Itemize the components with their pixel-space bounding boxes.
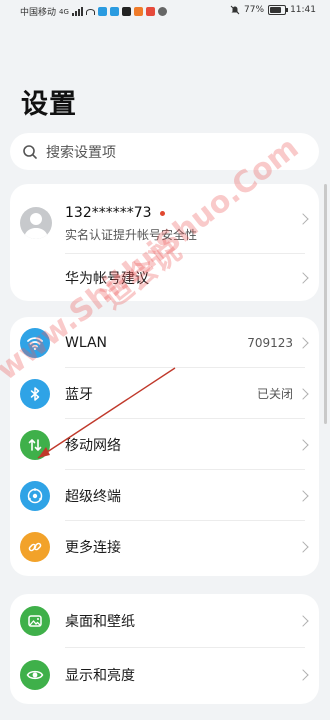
mute-icon: [230, 5, 240, 15]
account-subtitle: 实名认证提升帐号安全性: [65, 228, 198, 242]
chevron-right-icon: [297, 271, 309, 284]
network-card: WLAN 709123 蓝牙 已关闭 移动网络 超级终端 更多连接: [10, 317, 319, 576]
status-bar: 中国移动 4G 77% 11:41: [0, 0, 330, 24]
account-suggestion-row[interactable]: 华为帐号建议: [10, 254, 319, 301]
settings-item-wlan[interactable]: WLAN 709123: [10, 317, 319, 368]
chevron-right-icon: [297, 615, 309, 627]
settings-item-value: 709123: [247, 335, 293, 350]
status-right: 77% 11:41: [230, 5, 316, 15]
account-suggestion-label: 华为帐号建议: [65, 270, 149, 287]
chevron-right-icon: [297, 387, 309, 400]
settings-item-super-device[interactable]: 超级终端: [10, 470, 319, 521]
account-name: 132******73: [65, 205, 165, 221]
signal-icon: [71, 7, 83, 16]
settings-item-label: WLAN: [65, 334, 108, 351]
app-notification-icon: [109, 7, 119, 16]
page-title: 设置: [21, 89, 77, 120]
settings-item-label: 移动网络: [65, 437, 121, 454]
chevron-right-icon: [297, 489, 309, 502]
search-icon: [23, 144, 37, 159]
account-row[interactable]: 132******73 实名认证提升帐号安全性: [10, 184, 319, 254]
settings-item-more-connections[interactable]: 更多连接: [10, 521, 319, 572]
chevron-right-icon: [297, 669, 309, 681]
account-card: 132******73 实名认证提升帐号安全性 华为帐号建议: [10, 184, 319, 301]
account-phone: 132******73: [65, 205, 152, 221]
app-notification-icon: [157, 7, 167, 16]
status-left: 中国移动 4G: [20, 5, 167, 18]
settings-item-mobile-network[interactable]: 移动网络: [10, 419, 319, 470]
display-card: 桌面和壁纸 显示和亮度: [10, 594, 319, 704]
settings-item-label: 显示和亮度: [65, 668, 135, 684]
settings-item-label: 桌面和壁纸: [65, 614, 135, 630]
battery-icon: [268, 5, 289, 15]
carrier-name: 中国移动: [20, 8, 57, 18]
network-type: 4G: [59, 7, 69, 16]
chevron-right-icon: [297, 213, 309, 225]
clock: 11:41: [290, 5, 316, 15]
settings-item-value: 已关闭: [256, 387, 293, 401]
wifi-status-icon: [85, 8, 95, 15]
app-notification-icon: [97, 7, 107, 16]
settings-item-bluetooth[interactable]: 蓝牙 已关闭: [10, 368, 319, 419]
chevron-right-icon: [297, 336, 309, 349]
super-device-icon: [20, 480, 50, 511]
app-notification-icon: [133, 7, 143, 16]
wifi-icon: [20, 327, 50, 358]
notification-dot: [159, 210, 165, 216]
bluetooth-icon: [20, 378, 50, 409]
avatar: [20, 207, 52, 239]
app-notification-icon: [121, 7, 131, 16]
wallpaper-icon: [20, 606, 50, 636]
chevron-right-icon: [297, 540, 309, 553]
eye-icon: [20, 660, 50, 690]
mobile-network-icon: [20, 429, 50, 460]
search-placeholder: 搜索设置项: [46, 144, 116, 161]
battery-percent: 77%: [244, 5, 265, 15]
settings-item-wallpaper[interactable]: 桌面和壁纸: [10, 594, 319, 648]
search-bar[interactable]: 搜索设置项: [10, 133, 319, 170]
settings-item-label: 超级终端: [65, 488, 121, 505]
app-notification-icon: [145, 7, 155, 16]
link-icon: [20, 531, 50, 562]
scrollbar[interactable]: [324, 184, 327, 424]
settings-item-label: 蓝牙: [65, 386, 93, 403]
settings-item-display-brightness[interactable]: 显示和亮度: [10, 648, 319, 702]
settings-item-label: 更多连接: [65, 539, 121, 556]
chevron-right-icon: [297, 438, 309, 451]
